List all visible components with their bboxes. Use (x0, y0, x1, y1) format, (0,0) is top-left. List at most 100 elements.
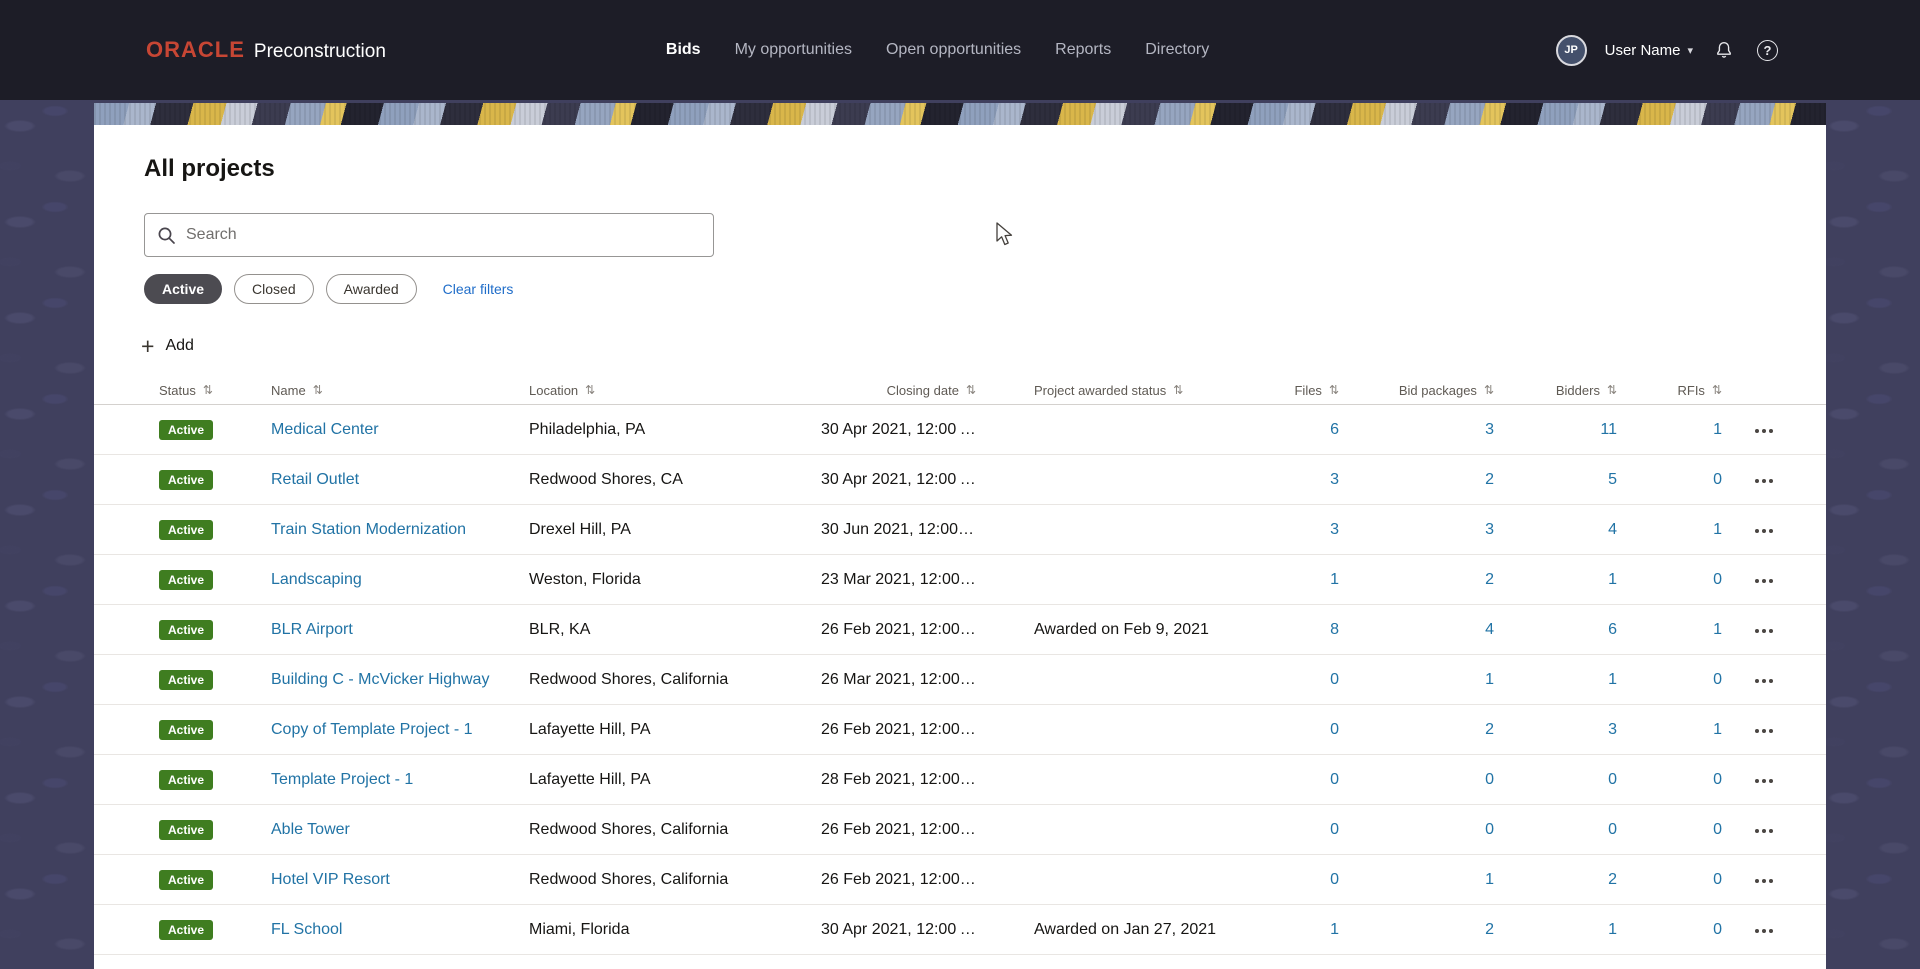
sort-icon[interactable]: ⇅ (1173, 383, 1183, 397)
search-input[interactable] (186, 226, 701, 244)
column-header-project-awarded-status[interactable]: Project awarded status ⇅ (1034, 383, 1264, 398)
bid-packages-link[interactable]: 2 (1485, 571, 1494, 588)
files-link[interactable]: 8 (1330, 621, 1339, 638)
row-actions-button[interactable] (1749, 923, 1779, 939)
add-button[interactable]: + Add (141, 335, 194, 358)
project-name-link[interactable]: Copy of Template Project - 1 (271, 721, 473, 738)
row-actions-button[interactable] (1749, 773, 1779, 789)
sort-icon[interactable]: ⇅ (1329, 383, 1339, 397)
bidders-link[interactable]: 4 (1608, 521, 1617, 538)
column-header-location[interactable]: Location ⇅ (529, 383, 821, 398)
files-link[interactable]: 0 (1330, 721, 1339, 738)
files-link[interactable]: 3 (1330, 521, 1339, 538)
column-header-bidders[interactable]: Bidders ⇅ (1494, 383, 1617, 398)
sort-icon[interactable]: ⇅ (585, 383, 595, 397)
files-link[interactable]: 3 (1330, 471, 1339, 488)
rfis-link[interactable]: 0 (1713, 471, 1722, 488)
files-link[interactable]: 1 (1330, 571, 1339, 588)
project-name-link[interactable]: BLR Airport (271, 621, 353, 638)
bidders-link[interactable]: 0 (1608, 771, 1617, 788)
nav-reports[interactable]: Reports (1055, 41, 1111, 59)
bid-packages-link[interactable]: 2 (1485, 721, 1494, 738)
rfis-link[interactable]: 0 (1713, 571, 1722, 588)
row-actions-button[interactable] (1749, 623, 1779, 639)
rfis-link[interactable]: 0 (1713, 821, 1722, 838)
files-link[interactable]: 0 (1330, 871, 1339, 888)
rfis-link[interactable]: 0 (1713, 921, 1722, 938)
notifications-button[interactable] (1711, 37, 1737, 63)
filter-chip-active[interactable]: Active (144, 274, 223, 304)
sort-icon[interactable]: ⇅ (1712, 383, 1722, 397)
bidders-link[interactable]: 1 (1608, 571, 1617, 588)
bid-packages-link[interactable]: 2 (1485, 921, 1494, 938)
clear-filters-link[interactable]: Clear filters (443, 281, 514, 297)
column-header-bid-packages[interactable]: Bid packages ⇅ (1339, 383, 1494, 398)
sort-icon[interactable]: ⇅ (313, 383, 323, 397)
rfis-link[interactable]: 1 (1713, 721, 1722, 738)
project-name-link[interactable]: Retail Outlet (271, 471, 359, 488)
bidders-link[interactable]: 1 (1608, 921, 1617, 938)
bid-packages-link[interactable]: 4 (1485, 621, 1494, 638)
bidders-link[interactable]: 2 (1608, 871, 1617, 888)
row-actions-button[interactable] (1749, 873, 1779, 889)
project-name-link[interactable]: FL School (271, 921, 342, 938)
cell-closing-date: 26 Feb 2021, 12:00 AM (821, 870, 976, 888)
sort-icon[interactable]: ⇅ (966, 383, 976, 397)
bid-packages-link[interactable]: 3 (1485, 421, 1494, 438)
rfis-link[interactable]: 1 (1713, 521, 1722, 538)
project-name-link[interactable]: Landscaping (271, 571, 362, 588)
bidders-link[interactable]: 5 (1608, 471, 1617, 488)
bidders-link[interactable]: 1 (1608, 671, 1617, 688)
filter-chip-awarded[interactable]: Awarded (325, 274, 417, 304)
bidders-link[interactable]: 11 (1600, 421, 1617, 438)
project-name-link[interactable]: Building C - McVicker Highway (271, 671, 489, 688)
column-header-rfis[interactable]: RFIs ⇅ (1617, 383, 1722, 398)
nav-directory[interactable]: Directory (1145, 41, 1209, 59)
user-menu[interactable]: User Name ▾ (1605, 42, 1693, 59)
nav-bids[interactable]: Bids (666, 41, 701, 59)
bid-packages-link[interactable]: 0 (1485, 821, 1494, 838)
help-button[interactable]: ? (1755, 38, 1780, 63)
files-link[interactable]: 6 (1330, 421, 1339, 438)
column-header-files[interactable]: Files ⇅ (1264, 383, 1339, 398)
rfis-link[interactable]: 1 (1713, 421, 1722, 438)
project-name-link[interactable]: Template Project - 1 (271, 771, 413, 788)
bidders-link[interactable]: 0 (1608, 821, 1617, 838)
row-actions-button[interactable] (1749, 573, 1779, 589)
row-actions-button[interactable] (1749, 723, 1779, 739)
bidders-link[interactable]: 3 (1608, 721, 1617, 738)
bid-packages-link[interactable]: 1 (1485, 671, 1494, 688)
files-link[interactable]: 1 (1330, 921, 1339, 938)
row-actions-button[interactable] (1749, 523, 1779, 539)
sort-icon[interactable]: ⇅ (203, 383, 213, 397)
bid-packages-link[interactable]: 1 (1485, 871, 1494, 888)
project-name-link[interactable]: Medical Center (271, 421, 379, 438)
column-header-name[interactable]: Name ⇅ (271, 383, 529, 398)
row-actions-button[interactable] (1749, 673, 1779, 689)
avatar[interactable]: JP (1555, 34, 1587, 66)
sort-icon[interactable]: ⇅ (1607, 383, 1617, 397)
project-name-link[interactable]: Hotel VIP Resort (271, 871, 390, 888)
bid-packages-link[interactable]: 0 (1485, 771, 1494, 788)
column-header-status[interactable]: Status ⇅ (159, 383, 271, 398)
files-link[interactable]: 0 (1330, 821, 1339, 838)
files-link[interactable]: 0 (1330, 671, 1339, 688)
files-link[interactable]: 0 (1330, 771, 1339, 788)
rfis-link[interactable]: 0 (1713, 771, 1722, 788)
bidders-link[interactable]: 6 (1608, 621, 1617, 638)
row-actions-button[interactable] (1749, 823, 1779, 839)
nav-open-opportunities[interactable]: Open opportunities (886, 41, 1021, 59)
rfis-link[interactable]: 0 (1713, 871, 1722, 888)
project-name-link[interactable]: Able Tower (271, 821, 350, 838)
filter-chip-closed[interactable]: Closed (234, 274, 314, 304)
sort-icon[interactable]: ⇅ (1484, 383, 1494, 397)
row-actions-button[interactable] (1749, 423, 1779, 439)
project-name-link[interactable]: Train Station Modernization (271, 521, 466, 538)
bid-packages-link[interactable]: 3 (1485, 521, 1494, 538)
nav-my-opportunities[interactable]: My opportunities (735, 41, 852, 59)
bid-packages-link[interactable]: 2 (1485, 471, 1494, 488)
row-actions-button[interactable] (1749, 473, 1779, 489)
column-header-closing-date[interactable]: Closing date ⇅ (821, 383, 976, 398)
rfis-link[interactable]: 0 (1713, 671, 1722, 688)
rfis-link[interactable]: 1 (1713, 621, 1722, 638)
